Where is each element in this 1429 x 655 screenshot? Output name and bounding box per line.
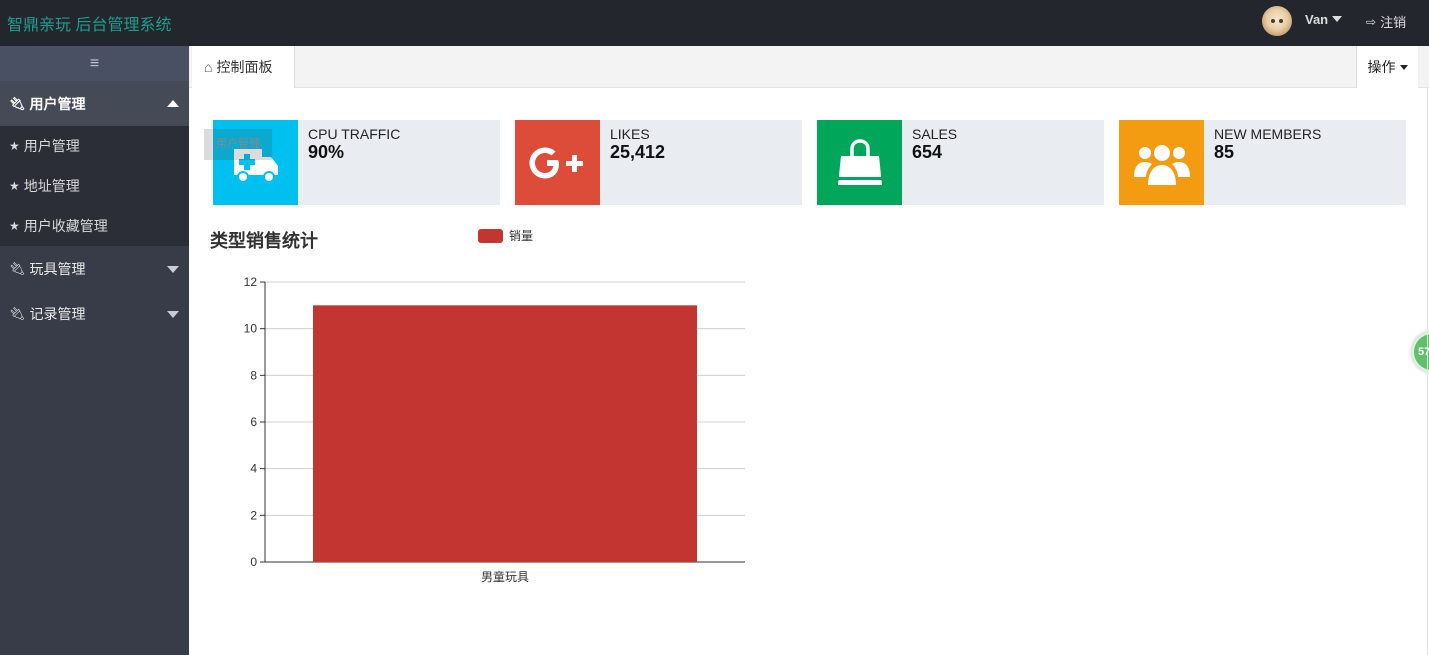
sidebar-group-user[interactable]: 🔌︎ 用户管理 [0, 81, 189, 126]
y-tick-label: 0 [250, 555, 257, 569]
stat-value: 90% [308, 142, 345, 162]
sign-out-icon: ⇨ [1366, 14, 1377, 29]
stat-box-members: NEW MEMBERS 85 [1119, 120, 1406, 205]
logout-button[interactable]: ⇨ 注销 [1366, 12, 1406, 31]
google-plus-icon [515, 120, 600, 205]
stat-value: 25,412 [610, 142, 666, 162]
tab-dashboard[interactable]: ⌂ 控制面板 [192, 46, 295, 88]
sidebar-item-favorites-management[interactable]: ★ 用户收藏管理 [0, 206, 189, 246]
sidebar-item-label: 用户管理 [23, 138, 80, 154]
y-tick-label: 2 [250, 508, 257, 522]
stat-title: CPU TRAFFIC [308, 126, 401, 142]
sidebar-toggle[interactable]: ≡ [0, 46, 189, 81]
shopping-bag-icon [817, 120, 902, 205]
star-icon: ★ [9, 219, 20, 233]
content-border [1427, 88, 1428, 655]
user-name: Van [1305, 12, 1329, 27]
sidebar: ≡ 🔌︎ 用户管理 ★ 用户管理 ★ 地址管理 ★ 用户收藏管理 🔌︎ 玩具管理… [0, 46, 189, 655]
tab-bar: ⌂ 控制面板 操作 [189, 46, 1429, 88]
legend-label: 销量 [509, 229, 534, 243]
plug-icon: 🔌︎ [9, 260, 26, 276]
sales-bar-chart: 0 2 4 6 8 10 12 男童玩具 [244, 275, 745, 584]
sidebar-item-label: 地址管理 [23, 178, 80, 194]
chart-legend[interactable]: 销量 [478, 227, 533, 244]
y-tick-label: 6 [250, 415, 257, 429]
bar [313, 305, 697, 562]
top-navbar: 智鼎亲玩 后台管理系统 Van ⇨ 注销 [0, 0, 1429, 46]
logout-label: 注销 [1380, 15, 1407, 30]
chevron-down-icon [1332, 16, 1343, 22]
sidebar-item-user-management[interactable]: ★ 用户管理 [0, 126, 189, 166]
menu-icon: ≡ [89, 54, 100, 72]
chevron-down-icon [167, 311, 179, 318]
star-icon: ★ [9, 139, 20, 153]
chevron-down-icon [167, 266, 179, 273]
y-tick-label: 4 [250, 462, 257, 476]
sidebar-group-records[interactable]: 🔌︎ 记录管理 [0, 291, 189, 336]
chevron-up-icon [167, 100, 179, 107]
plug-icon: 🔌︎ [9, 305, 26, 321]
stat-title: LIKES [610, 126, 650, 142]
tab-label: 控制面板 [216, 59, 273, 75]
avatar[interactable] [1262, 6, 1292, 36]
user-menu[interactable]: Van [1305, 12, 1343, 27]
y-tick-label: 10 [244, 322, 258, 336]
stat-box-sales: SALES 654 [817, 120, 1104, 205]
sidebar-submenu: ★ 用户管理 ★ 地址管理 ★ 用户收藏管理 [0, 126, 189, 246]
stat-title: NEW MEMBERS [1214, 126, 1322, 142]
legend-swatch [478, 228, 503, 243]
y-tick-label: 8 [250, 368, 257, 382]
operations-dropdown[interactable]: 操作 [1356, 46, 1418, 88]
sidebar-item-address-management[interactable]: ★ 地址管理 [0, 166, 189, 206]
users-icon [1119, 120, 1204, 205]
sidebar-tooltip: 用户管理 [204, 129, 272, 160]
sidebar-group-label: 用户管理 [29, 95, 86, 112]
app-title[interactable]: 智鼎亲玩 后台管理系统 [7, 11, 171, 35]
sidebar-group-toys[interactable]: 🔌︎ 玩具管理 [0, 246, 189, 291]
chevron-down-icon [1399, 64, 1408, 70]
stat-box-likes: LIKES 25,412 [515, 120, 802, 205]
chart-title: 类型销售统计 [210, 231, 318, 251]
sidebar-group-label: 玩具管理 [29, 260, 86, 277]
sidebar-group-label: 记录管理 [29, 305, 86, 322]
operations-label: 操作 [1367, 59, 1396, 75]
y-tick-label: 12 [244, 275, 258, 289]
home-icon: ⌂ [204, 59, 213, 75]
stat-value: 654 [912, 142, 943, 162]
x-tick-label: 男童玩具 [481, 569, 529, 584]
star-icon: ★ [9, 179, 20, 193]
plug-icon: 🔌︎ [9, 95, 26, 111]
stat-title: SALES [912, 126, 958, 142]
stat-value: 85 [1214, 142, 1235, 162]
sidebar-item-label: 用户收藏管理 [23, 218, 108, 234]
